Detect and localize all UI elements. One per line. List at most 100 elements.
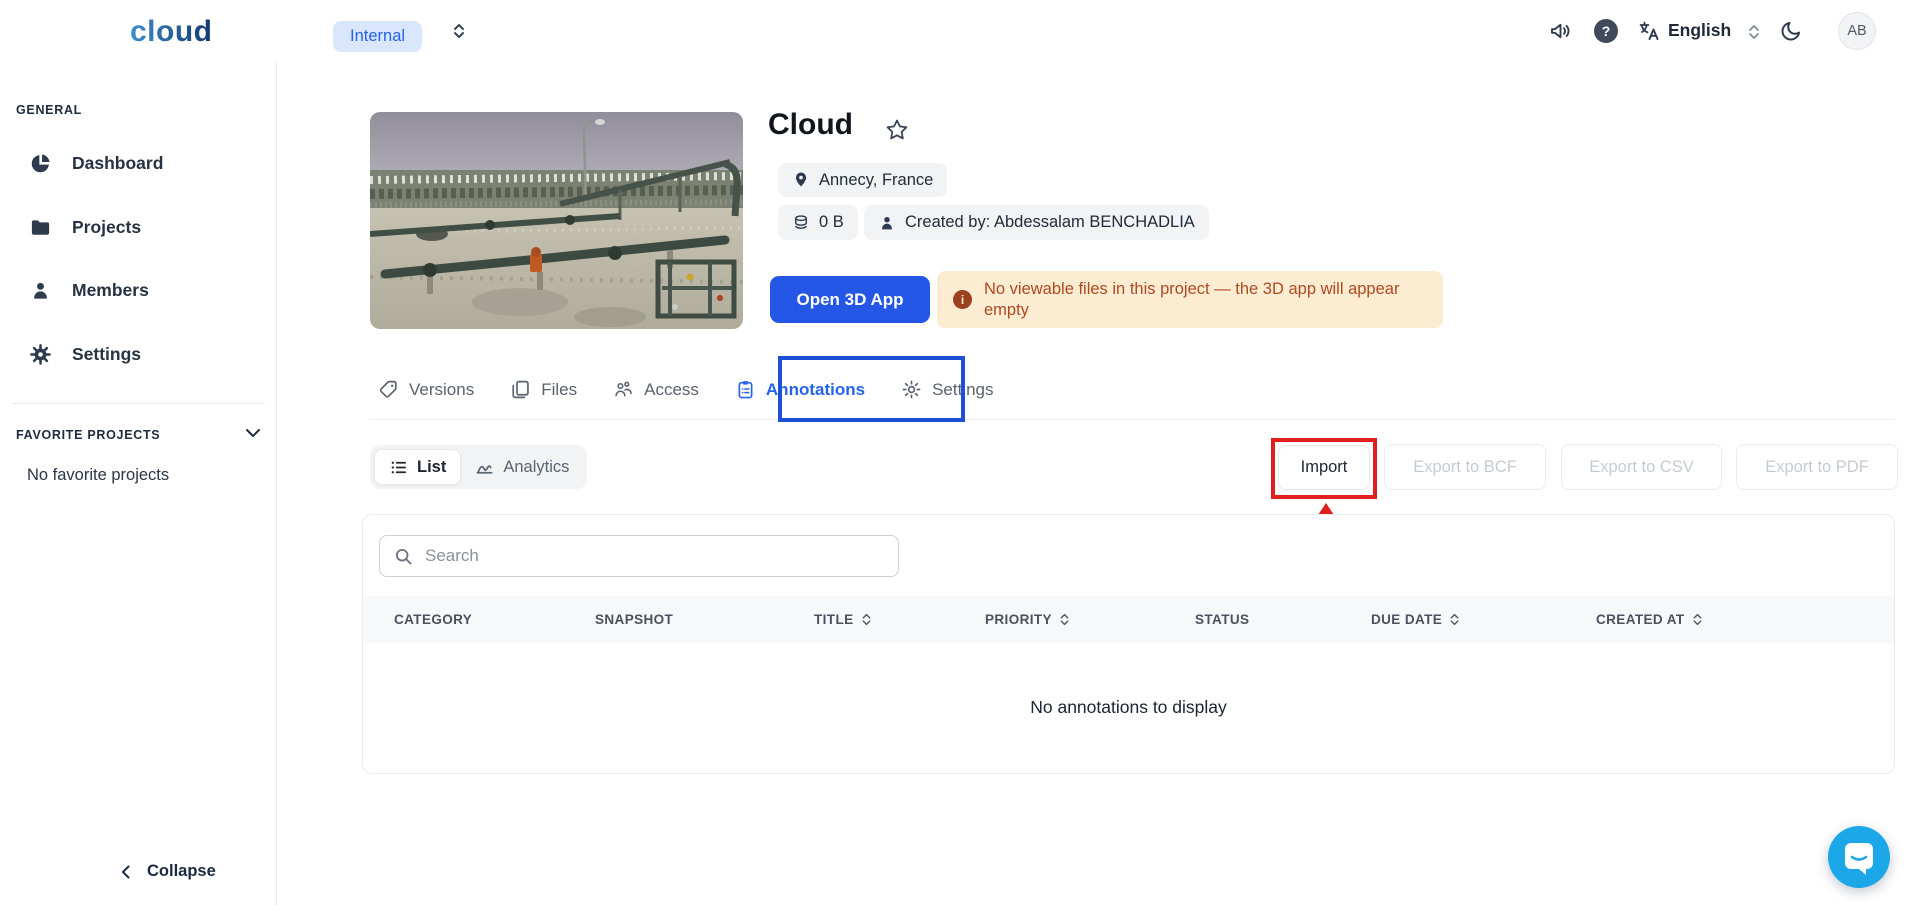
tab-annotations[interactable]: Annotations [735, 360, 865, 419]
tab-access[interactable]: Access [613, 360, 699, 419]
tab-versions[interactable]: Versions [378, 360, 474, 419]
tab-label: Settings [932, 380, 993, 400]
column-header-title[interactable]: TITLE [814, 596, 873, 643]
language-button[interactable] [1637, 19, 1661, 43]
project-size-badge: 0 B [778, 205, 858, 240]
avatar-initials: AB [1847, 23, 1866, 39]
tab-label: Versions [409, 380, 474, 400]
column-header-category: CATEGORY [394, 596, 472, 643]
location-badge: Annecy, France [778, 163, 947, 197]
search-box[interactable] [379, 535, 899, 577]
moon-icon [1779, 19, 1803, 43]
column-header-priority[interactable]: PRIORITY [985, 596, 1071, 643]
sidebar-item-label: Projects [72, 217, 141, 238]
sidebar-collapse-button[interactable]: Collapse [118, 862, 216, 881]
translate-icon [1637, 19, 1661, 43]
location-label: Annecy, France [819, 171, 933, 190]
favorites-empty-text: No favorite projects [27, 466, 169, 485]
sort-icon[interactable] [860, 613, 873, 626]
people-icon [613, 379, 634, 400]
analytics-chart-icon [475, 458, 494, 477]
help-button[interactable]: ? [1594, 19, 1618, 43]
sidebar-section-favorites: FAVORITE PROJECTS [16, 428, 160, 442]
export-pdf-button[interactable]: Export to PDF [1736, 444, 1898, 490]
language-selector[interactable]: English [1668, 20, 1731, 41]
project-title: Cloud [768, 108, 853, 142]
tag-icon [378, 379, 399, 400]
export-csv-button[interactable]: Export to CSV [1561, 444, 1722, 490]
star-icon [884, 117, 910, 143]
column-header-created-at[interactable]: CREATED AT [1596, 596, 1704, 643]
location-pin-icon [792, 171, 810, 189]
pie-chart-icon [29, 152, 52, 175]
warning-banner: i No viewable files in this project — th… [937, 271, 1443, 328]
app-root: cloud Internal ? English AB GENERAL [0, 0, 1916, 905]
workspace-badge-label: Internal [350, 27, 405, 46]
tab-label: Files [541, 380, 577, 400]
sidebar: GENERAL Dashboard Projects Members Setti… [0, 62, 277, 905]
annotations-table-card: CATEGORY SNAPSHOT TITLE PRIORITY STATUS … [362, 514, 1895, 774]
search-input[interactable] [425, 546, 865, 566]
folder-icon [29, 216, 52, 239]
info-icon: i [953, 290, 972, 309]
announcements-button[interactable] [1548, 19, 1572, 43]
workspace-switcher-chevrons[interactable] [449, 21, 469, 41]
app-logo[interactable]: cloud [130, 15, 213, 49]
view-toggle-list[interactable]: List [374, 449, 461, 485]
person-icon [878, 214, 896, 232]
workspace-badge[interactable]: Internal [333, 21, 422, 52]
table-header-row: CATEGORY SNAPSHOT TITLE PRIORITY STATUS … [363, 596, 1894, 643]
sidebar-divider [12, 403, 265, 404]
created-by-label: Created by: Abdessalam BENCHADLIA [905, 213, 1195, 232]
created-by-badge: Created by: Abdessalam BENCHADLIA [864, 205, 1209, 240]
warning-text: No viewable files in this project — the … [984, 279, 1424, 321]
dark-mode-toggle[interactable] [1779, 19, 1803, 43]
favorite-star-button[interactable] [884, 117, 910, 143]
point-cloud-preview-image [370, 112, 743, 329]
export-bcf-button[interactable]: Export to BCF [1384, 444, 1546, 490]
sidebar-item-settings[interactable]: Settings [0, 332, 277, 376]
tab-settings[interactable]: Settings [901, 360, 993, 419]
view-toggle-analytics[interactable]: Analytics [461, 449, 583, 485]
person-icon [29, 279, 52, 302]
sidebar-item-label: Settings [72, 344, 141, 365]
database-icon [792, 214, 810, 232]
top-header: cloud Internal ? English AB [0, 0, 1916, 62]
sidebar-section-general: GENERAL [16, 103, 82, 117]
sidebar-item-projects[interactable]: Projects [0, 205, 277, 249]
empty-state-message: No annotations to display [363, 697, 1894, 718]
view-toggle-list-label: List [417, 458, 446, 477]
gear-icon [29, 343, 52, 366]
chevron-down-icon [242, 422, 264, 444]
gear-icon [901, 379, 922, 400]
project-tabs: Versions Files Access Annotations Settin… [370, 360, 1895, 420]
tab-label: Access [644, 380, 699, 400]
sidebar-item-label: Dashboard [72, 153, 163, 174]
column-header-status: STATUS [1195, 596, 1249, 643]
sidebar-item-label: Members [72, 280, 149, 301]
open-3d-app-button[interactable]: Open 3D App [770, 276, 930, 323]
chevron-left-icon [118, 864, 134, 880]
files-icon [510, 379, 531, 400]
view-toggle-analytics-label: Analytics [503, 458, 569, 477]
sort-icon[interactable] [1058, 613, 1071, 626]
clipboard-icon [735, 379, 756, 400]
sidebar-item-dashboard[interactable]: Dashboard [0, 141, 277, 185]
chat-launcher-button[interactable] [1828, 826, 1890, 888]
favorites-collapse-chevron[interactable] [242, 422, 264, 444]
sidebar-item-members[interactable]: Members [0, 268, 277, 312]
chevron-up-down-icon [449, 21, 469, 41]
view-toggle: List Analytics [370, 445, 587, 489]
language-chevrons[interactable] [1747, 24, 1761, 40]
import-button[interactable]: Import [1278, 445, 1370, 490]
sort-icon[interactable] [1691, 613, 1704, 626]
help-glyph: ? [1602, 23, 1611, 39]
collapse-label: Collapse [147, 862, 216, 881]
search-icon [394, 547, 413, 566]
user-avatar[interactable]: AB [1838, 12, 1876, 50]
sort-icon[interactable] [1448, 613, 1461, 626]
column-header-due-date[interactable]: DUE DATE [1371, 596, 1461, 643]
column-header-snapshot: SNAPSHOT [595, 596, 673, 643]
tab-files[interactable]: Files [510, 360, 577, 419]
chat-bubble-icon [1828, 826, 1890, 888]
